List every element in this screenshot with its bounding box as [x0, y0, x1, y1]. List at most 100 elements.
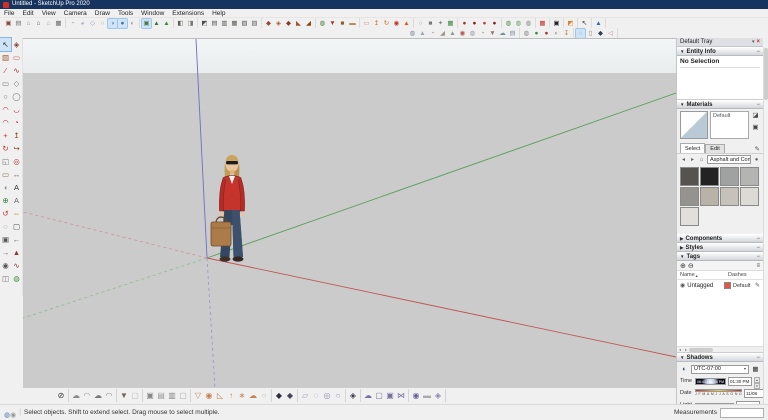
- menu-camera[interactable]: Camera: [60, 9, 91, 17]
- tab-edit[interactable]: Edit: [705, 144, 725, 153]
- xray-mode-icon[interactable]: ◔: [68, 19, 77, 28]
- red-ball-4-icon[interactable]: ●: [490, 19, 499, 28]
- purple-cut-icon[interactable]: ⋈: [396, 390, 406, 401]
- weather-3-icon[interactable]: ◔: [428, 29, 437, 38]
- view-back-icon[interactable]: ▧: [240, 19, 249, 28]
- battery-icon[interactable]: ▯: [586, 29, 595, 38]
- terrain-5-icon[interactable]: ◢: [304, 19, 313, 28]
- next-view-tool[interactable]: →: [0, 246, 11, 259]
- scale-figure-person[interactable]: [205, 153, 257, 265]
- previous-view-tool[interactable]: ←: [11, 233, 22, 246]
- follow-me-tool[interactable]: ↪: [11, 142, 22, 155]
- material-swatch-6[interactable]: [700, 187, 719, 206]
- zoom-window-tool[interactable]: ▣: [0, 233, 11, 246]
- wood-sample-icon[interactable]: ■: [338, 19, 347, 28]
- terrain-3-icon[interactable]: ◆: [284, 19, 293, 28]
- layout-icon[interactable]: ▦: [54, 19, 63, 28]
- purple-eye-icon[interactable]: ◉: [411, 390, 421, 401]
- in-model-icon[interactable]: ▣: [141, 17, 152, 29]
- axes-tool[interactable]: ⊕: [0, 194, 11, 207]
- cursor-icon[interactable]: ↖: [580, 19, 589, 28]
- look-around-tool[interactable]: ◉: [0, 259, 11, 272]
- shade-tool-1-icon[interactable]: ◧: [176, 19, 185, 28]
- collapse-icon[interactable]: −: [756, 236, 760, 242]
- orbit-tool[interactable]: ↺: [0, 207, 11, 220]
- tab-select[interactable]: Select: [680, 143, 706, 153]
- material-swatch-8[interactable]: [740, 187, 759, 206]
- material-swatch-4[interactable]: [740, 167, 759, 186]
- show-shadows-toggle[interactable]: ◐: [680, 366, 689, 373]
- rotated-rectangle-tool[interactable]: ◇: [11, 77, 22, 90]
- home-light-icon[interactable]: ⌂: [24, 19, 33, 28]
- collapse-icon[interactable]: −: [756, 254, 760, 260]
- lock-icon[interactable]: ■: [426, 19, 435, 28]
- eraser-tool[interactable]: ▭: [11, 51, 22, 64]
- three-point-arc-tool[interactable]: ◠: [0, 116, 11, 129]
- create-material-button[interactable]: ◪: [751, 111, 760, 120]
- sample-paint-icon[interactable]: ✎: [755, 145, 760, 153]
- section-empty-icon[interactable]: ▢: [178, 390, 188, 401]
- section-fills-icon[interactable]: ▥: [167, 390, 177, 401]
- red-ball-icon[interactable]: ●: [542, 29, 551, 38]
- move-tool[interactable]: +: [0, 129, 11, 142]
- menu-extensions[interactable]: Extensions: [168, 9, 208, 17]
- scale-tool[interactable]: ◱: [0, 155, 11, 168]
- menu-help[interactable]: Help: [208, 9, 229, 17]
- zoom-extents-tool[interactable]: ▢: [11, 220, 22, 233]
- text-tool[interactable]: A: [11, 181, 22, 194]
- geo-globe-2-icon[interactable]: ◍: [514, 19, 523, 28]
- material-swatch-1[interactable]: [680, 167, 699, 186]
- tag-row[interactable]: ◉ Untagged Default ✎: [677, 280, 763, 291]
- tags-header[interactable]: ▼ Tags −: [677, 252, 763, 261]
- credits-icon[interactable]: ◉: [10, 412, 16, 419]
- polygon-tool[interactable]: ◯: [11, 90, 22, 103]
- menu-edit[interactable]: Edit: [18, 9, 37, 17]
- two-point-arc-tool[interactable]: ◡: [11, 103, 22, 116]
- view-right-icon[interactable]: ▦: [230, 19, 239, 28]
- dark-gem-1-icon[interactable]: ◆: [274, 390, 284, 401]
- material-collection-dropdown[interactable]: Asphalt and Concrete ▾: [707, 155, 751, 164]
- tray-pin-icon[interactable]: ▾: [752, 39, 755, 45]
- asterisk-icon[interactable]: ∗: [237, 390, 247, 401]
- set-default-material-button[interactable]: ▣: [751, 123, 760, 132]
- protractor-tool[interactable]: ◖: [0, 181, 11, 194]
- white-sphere-icon[interactable]: ○: [575, 27, 586, 39]
- ring-icon[interactable]: ○: [416, 19, 425, 28]
- home-dark-icon[interactable]: ⌂: [34, 19, 43, 28]
- blue-cone-icon[interactable]: ▲: [594, 19, 603, 28]
- material-swatch-3[interactable]: [720, 167, 739, 186]
- tags-horizontal-scrollbar[interactable]: ◂ ▸: [677, 346, 763, 352]
- wand-icon[interactable]: ✦: [436, 19, 445, 28]
- red-ball-2-icon[interactable]: ●: [470, 19, 479, 28]
- material-swatch-2[interactable]: [700, 167, 719, 186]
- walk-tool[interactable]: ∿: [11, 259, 22, 272]
- shaded-icon[interactable]: ◑: [107, 17, 118, 29]
- model-viewport[interactable]: [23, 38, 676, 388]
- entity-info-header[interactable]: ▼ Entity Info −: [677, 47, 763, 56]
- home-outline-icon[interactable]: ⌂: [44, 19, 53, 28]
- purple-box-1-icon[interactable]: ▢: [374, 390, 384, 401]
- tape-measure-tool[interactable]: ▭: [0, 168, 11, 181]
- dark-bird-icon[interactable]: ◆: [596, 29, 605, 38]
- geo-globe-1-icon[interactable]: ◍: [504, 19, 513, 28]
- disabled-circle-icon[interactable]: ○: [259, 390, 269, 401]
- cloud-icon[interactable]: ☁: [498, 29, 507, 38]
- weather-1-icon[interactable]: ◍: [408, 29, 417, 38]
- offset-tool[interactable]: ◎: [11, 155, 22, 168]
- red-ball-1-icon[interactable]: ●: [460, 19, 469, 28]
- wireframe-icon[interactable]: ◇: [88, 19, 97, 28]
- purple-layer-icon[interactable]: ◈: [433, 390, 443, 401]
- time-value-field[interactable]: 01:30 PM: [728, 376, 752, 386]
- refresh-icon[interactable]: ↻: [382, 19, 391, 28]
- people-icon[interactable]: ◉: [392, 19, 401, 28]
- material-swatch-5[interactable]: [680, 187, 699, 206]
- tag-color-swatch[interactable]: [723, 282, 731, 289]
- green-ball-icon[interactable]: ●: [532, 29, 541, 38]
- measurements-input[interactable]: [720, 407, 764, 418]
- geo-globe-3-icon[interactable]: ◍: [524, 19, 533, 28]
- styles-header[interactable]: ▶ Styles −: [677, 243, 763, 252]
- scrollbar-thumb[interactable]: [689, 347, 713, 352]
- arc-tool[interactable]: ◠: [0, 103, 11, 116]
- rectangle-tool[interactable]: ▭: [0, 77, 11, 90]
- menu-draw[interactable]: Draw: [91, 9, 114, 17]
